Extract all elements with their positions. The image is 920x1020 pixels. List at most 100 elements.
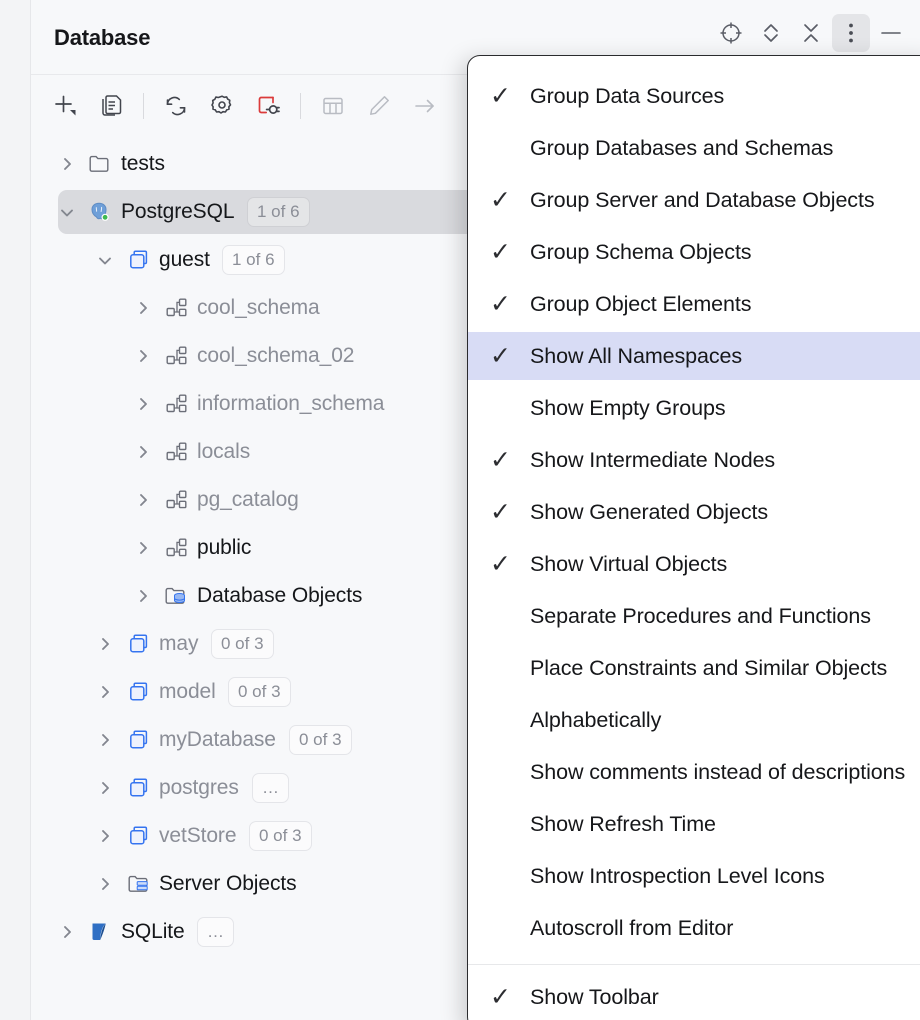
menu-item-label: Show Generated Objects <box>530 500 768 525</box>
menu-item-show-intermediate-nodes[interactable]: ✓Show Intermediate Nodes <box>468 436 920 484</box>
chevron-right-icon <box>134 443 152 461</box>
tree-twisty[interactable] <box>132 478 154 522</box>
tree-node-label: Database Objects <box>197 584 362 608</box>
chevron-right-icon <box>134 539 152 557</box>
menu-item-show-toolbar[interactable]: ✓Show Toolbar <box>468 973 920 1020</box>
menu-item-label: Group Object Elements <box>530 292 751 317</box>
schema-icon <box>165 393 188 415</box>
jump-to-icon[interactable] <box>403 86 447 126</box>
tree-node-icon <box>163 478 189 522</box>
settings-gear-icon[interactable] <box>200 86 244 126</box>
menu-item-group-object-elements[interactable]: ✓Group Object Elements <box>468 280 920 328</box>
tree-twisty[interactable] <box>94 766 116 810</box>
menu-item-label: Show Empty Groups <box>530 396 725 421</box>
page-title: Database <box>54 25 150 51</box>
disconnect-icon[interactable] <box>246 86 290 126</box>
menu-item-separate-procedures-and-functions[interactable]: Separate Procedures and Functions <box>468 592 920 640</box>
tree-twisty[interactable] <box>94 238 116 282</box>
tree-twisty[interactable] <box>94 862 116 906</box>
tree-node-icon <box>163 526 189 570</box>
tree-node-label: information_schema <box>197 392 384 416</box>
menu-item-show-generated-objects[interactable]: ✓ Show Generated Objects <box>468 488 920 536</box>
tree-node-badge: 1 of 6 <box>222 245 285 275</box>
tree-node-label: may <box>159 632 198 656</box>
expand-all-icon[interactable] <box>752 14 790 52</box>
tree-node-label: cool_schema <box>197 296 320 320</box>
menu-item-label: Show All Namespaces <box>530 344 742 369</box>
tree-node-icon <box>163 430 189 474</box>
chevron-right-icon <box>96 875 114 893</box>
menu-item-show-comments-instead-of-descriptions[interactable]: Show comments instead of descriptions <box>468 748 920 796</box>
new-icon[interactable] <box>43 86 87 126</box>
tree-node-icon <box>87 190 113 234</box>
options-menu-icon[interactable] <box>832 14 870 52</box>
menu-item-label: Show comments instead of descriptions <box>530 760 905 785</box>
refresh-icon[interactable] <box>154 86 198 126</box>
tree-twisty[interactable] <box>94 622 116 666</box>
database-icon <box>128 633 150 655</box>
menu-item-label: Show Introspection Level Icons <box>530 864 825 889</box>
menu-item-label: Group Server and Database Objects <box>530 188 874 213</box>
check-icon: ✓ <box>490 188 516 213</box>
tree-twisty[interactable] <box>56 910 78 954</box>
tree-node-label: tests <box>121 152 165 176</box>
tree-twisty[interactable] <box>132 382 154 426</box>
menu-item-label: Group Databases and Schemas <box>530 136 833 161</box>
database-icon <box>128 777 150 799</box>
tree-twisty[interactable] <box>94 814 116 858</box>
menu-item-label: Show Refresh Time <box>530 812 716 837</box>
header-actions <box>712 14 910 52</box>
schema-icon <box>165 441 188 463</box>
tree-node-label: SQLite <box>121 920 185 944</box>
tree-node-icon <box>163 382 189 426</box>
menu-item-show-virtual-objects[interactable]: ✓Show Virtual Objects <box>468 540 920 588</box>
menu-item-alphabetically[interactable]: Alphabetically <box>468 696 920 744</box>
tree-node-label: vetStore <box>159 824 236 848</box>
tree-twisty[interactable] <box>132 574 154 618</box>
tree-twisty[interactable] <box>56 190 78 234</box>
tree-twisty[interactable] <box>94 718 116 762</box>
chevron-right-icon <box>96 827 114 845</box>
collapse-all-icon[interactable] <box>792 14 830 52</box>
menu-item-show-introspection-level-icons[interactable]: Show Introspection Level Icons <box>468 852 920 900</box>
check-icon: ✓ <box>490 84 516 109</box>
tree-twisty[interactable] <box>132 526 154 570</box>
postgres-elephant-icon <box>88 200 112 224</box>
menu-item-place-constraints-and-similar[interactable]: Place Constraints and Similar Objects <box>468 644 920 692</box>
server-objects-folder-icon <box>127 873 151 895</box>
menu-item-show-empty-groups[interactable]: Show Empty Groups <box>468 384 920 432</box>
tree-node-icon <box>163 574 189 618</box>
tree-twisty[interactable] <box>94 670 116 714</box>
menu-item-group-server-and-database-objects[interactable]: ✓ Group Server and Database Objects <box>468 176 920 224</box>
tree-twisty[interactable] <box>132 334 154 378</box>
chevron-right-icon <box>96 731 114 749</box>
check-icon: ✓ <box>490 448 516 473</box>
chevron-right-icon <box>58 155 76 173</box>
tree-twisty[interactable] <box>132 430 154 474</box>
tree-node-label: pg_catalog <box>197 488 299 512</box>
chevron-right-icon <box>134 491 152 509</box>
check-icon: ✓ <box>490 344 516 369</box>
table-icon[interactable] <box>311 86 355 126</box>
tree-node-icon <box>163 286 189 330</box>
menu-item-group-data-sources[interactable]: ✓Group Data Sources <box>468 72 920 120</box>
menu-item-show-refresh-time[interactable]: Show Refresh Time <box>468 800 920 848</box>
check-icon: ✓ <box>490 240 516 265</box>
menu-item-show-all-namespaces[interactable]: ✓ Show All Namespaces <box>468 332 920 380</box>
menu-item-group-schema-objects[interactable]: ✓Group Schema Objects <box>468 228 920 276</box>
menu-item-autoscroll-from-editor[interactable]: Autoscroll from Editor <box>468 904 920 952</box>
edit-pencil-icon[interactable] <box>357 86 401 126</box>
left-gutter <box>0 0 31 1020</box>
tree-node-label: myDatabase <box>159 728 276 752</box>
menu-item-label: Place Constraints and Similar Objects <box>530 656 887 681</box>
chevron-right-icon <box>134 587 152 605</box>
check-icon: ✓ <box>490 500 516 525</box>
duplicate-icon[interactable] <box>89 86 133 126</box>
tree-node-badge: 0 of 3 <box>211 629 274 659</box>
menu-item-group-databases-and-schemas[interactable]: Group Databases and Schemas <box>468 124 920 172</box>
tree-twisty[interactable] <box>132 286 154 330</box>
select-opened-file-icon[interactable] <box>712 14 750 52</box>
hide-icon[interactable] <box>872 14 910 52</box>
chevron-right-icon <box>134 299 152 317</box>
tree-twisty[interactable] <box>56 142 78 186</box>
